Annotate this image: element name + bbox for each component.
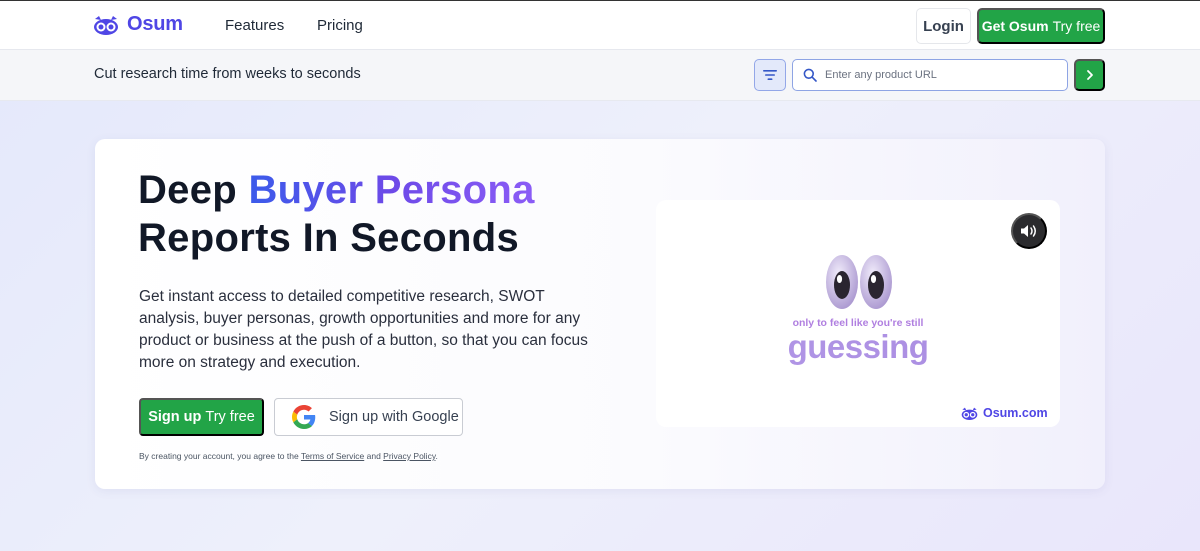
legal-prefix: By creating your account, you agree to t… [139, 451, 299, 461]
nav-link-pricing[interactable]: Pricing [317, 17, 363, 34]
tagline: Cut research time from weeks to seconds [94, 66, 361, 82]
promo-video[interactable]: only to feel like you're still guessing … [656, 200, 1060, 427]
login-button[interactable]: Login [916, 8, 971, 44]
headline-lead: Deep [138, 168, 238, 212]
hero-description: Get instant access to detailed competiti… [139, 288, 588, 371]
headline-accent: Buyer Persona [248, 168, 535, 212]
google-signup-button[interactable]: Sign up with Google [274, 398, 463, 436]
try-free-label: Try free [1052, 18, 1101, 34]
filter-button[interactable] [754, 59, 786, 91]
google-signup-label: Sign up with Google [329, 409, 459, 425]
legal-suffix: . [435, 451, 438, 461]
chevron-right-icon [1086, 70, 1093, 80]
search-icon [803, 68, 817, 82]
google-icon [292, 405, 316, 429]
signup-button[interactable]: Sign up Try free [139, 398, 264, 436]
nav-link-features[interactable]: Features [225, 17, 284, 34]
url-search-box [792, 59, 1068, 91]
filter-icon [763, 70, 777, 80]
legal-and: and [366, 451, 381, 461]
video-brand-label: Osum.com [983, 406, 1048, 420]
hero-card: Deep Buyer Persona Reports In Seconds Ge… [95, 139, 1105, 489]
get-osum-button[interactable]: Get Osum Try free [977, 8, 1105, 44]
sound-toggle-button[interactable] [1011, 213, 1047, 249]
url-search-input[interactable] [825, 69, 1055, 81]
brand-logo[interactable]: Osum [93, 13, 183, 36]
get-osum-label: Get Osum [981, 18, 1049, 34]
headline-line2: Reports In Seconds [138, 216, 520, 260]
signup-label: Sign up [148, 409, 202, 425]
brand-name: Osum [127, 13, 183, 35]
search-submit-button[interactable] [1074, 59, 1105, 91]
osum-owl-icon [94, 15, 118, 35]
search-strip: Cut research time from weeks to seconds [0, 50, 1200, 101]
video-caption-big: guessing [656, 328, 1060, 366]
terms-link[interactable]: Terms of Service [301, 451, 364, 461]
signup-try-free-label: Try free [205, 409, 255, 425]
volume-icon [1021, 225, 1036, 237]
hero-headline: Deep Buyer Persona Reports In Seconds [138, 166, 535, 262]
video-brand: Osum.com [961, 406, 1048, 420]
top-navbar: Osum Features Pricing Login Get Osum Try… [0, 0, 1200, 50]
owl-eyes-icon [826, 255, 892, 309]
legal-notice: By creating your account, you agree to t… [139, 451, 438, 461]
osum-owl-icon [961, 407, 978, 420]
privacy-link[interactable]: Privacy Policy [383, 451, 435, 461]
